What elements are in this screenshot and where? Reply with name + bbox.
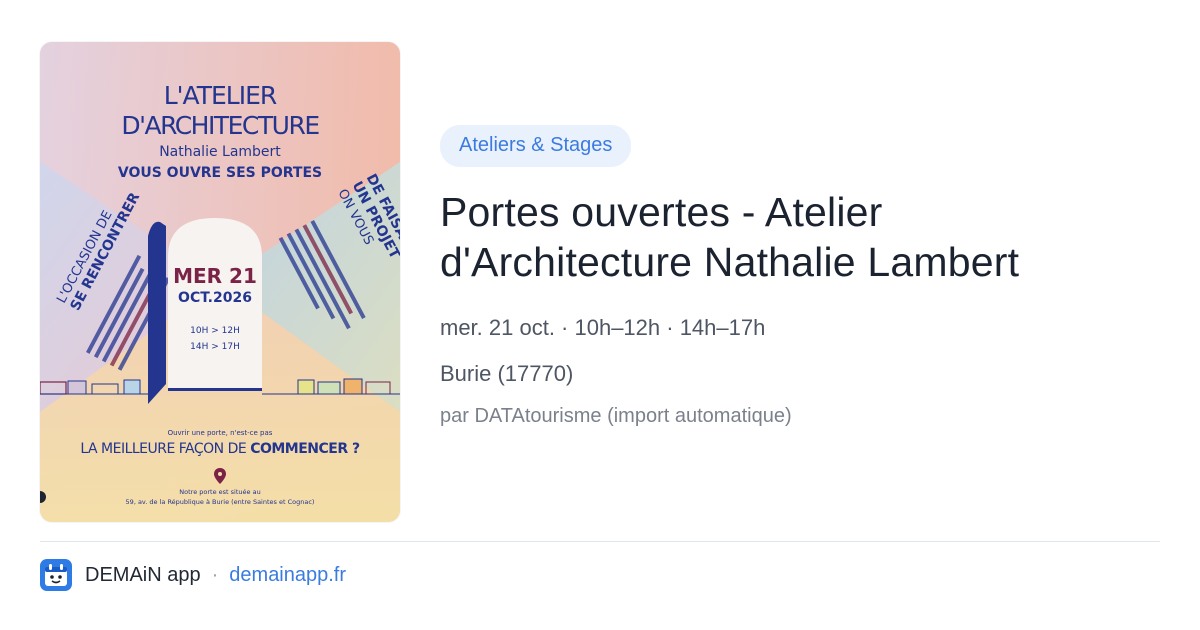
calendar-face-icon — [40, 559, 72, 591]
poster-tagline: VOUS OUVRE SES PORTES — [118, 165, 322, 181]
footer: DEMAiN app · demainapp.fr — [40, 559, 346, 591]
app-name: DEMAiN app — [85, 563, 201, 586]
poster-date-line1: MER 21 — [173, 264, 257, 288]
app-domain-link[interactable]: demainapp.fr — [229, 564, 346, 587]
event-title-line2: d'Architecture Nathalie Lambert — [440, 239, 1020, 285]
footer-separator: · — [211, 563, 219, 586]
poster-small-question: Ouvrir une porte, n'est-ce pas — [168, 429, 273, 437]
event-title[interactable]: Portes ouvertes - Atelier d'Architecture… — [440, 187, 1160, 287]
category-chip[interactable]: Ateliers & Stages — [440, 125, 632, 167]
poster-address-1: Notre porte est située au — [179, 488, 260, 496]
poster-address-2: 59, av. de la République à Burie (entre … — [126, 498, 315, 506]
poster-heading-line1: L'ATELIER — [164, 81, 277, 110]
poster-date-line2: OCT.2026 — [178, 290, 252, 306]
poster-question-part1: LA MEILLEURE FAÇON DE — [80, 441, 250, 457]
footer-divider — [40, 541, 1160, 542]
poster-name: Nathalie Lambert — [159, 144, 281, 160]
poster-question: LA MEILLEURE FAÇON DE COMMENCER ? — [80, 441, 360, 457]
event-source: par DATAtourisme (import automatique) — [440, 405, 792, 427]
event-poster-image[interactable]: L'ATELIER D'ARCHITECTURE Nathalie Lamber… — [40, 42, 400, 522]
poster-hours-2: 14H > 17H — [190, 342, 240, 352]
poster-question-part2: COMMENCER ? — [250, 441, 360, 457]
event-location: Burie (17770) — [440, 361, 574, 386]
poster-heading-line2: D'ARCHITECTURE — [121, 111, 319, 140]
event-details: Ateliers & Stages Portes ouvertes - Atel… — [440, 125, 1160, 428]
event-date-time: mer. 21 oct. · 10h–12h · 14h–17h — [440, 315, 766, 340]
poster-hours-1: 10H > 12H — [190, 326, 240, 336]
event-title-line1: Portes ouvertes - Atelier — [440, 189, 883, 235]
